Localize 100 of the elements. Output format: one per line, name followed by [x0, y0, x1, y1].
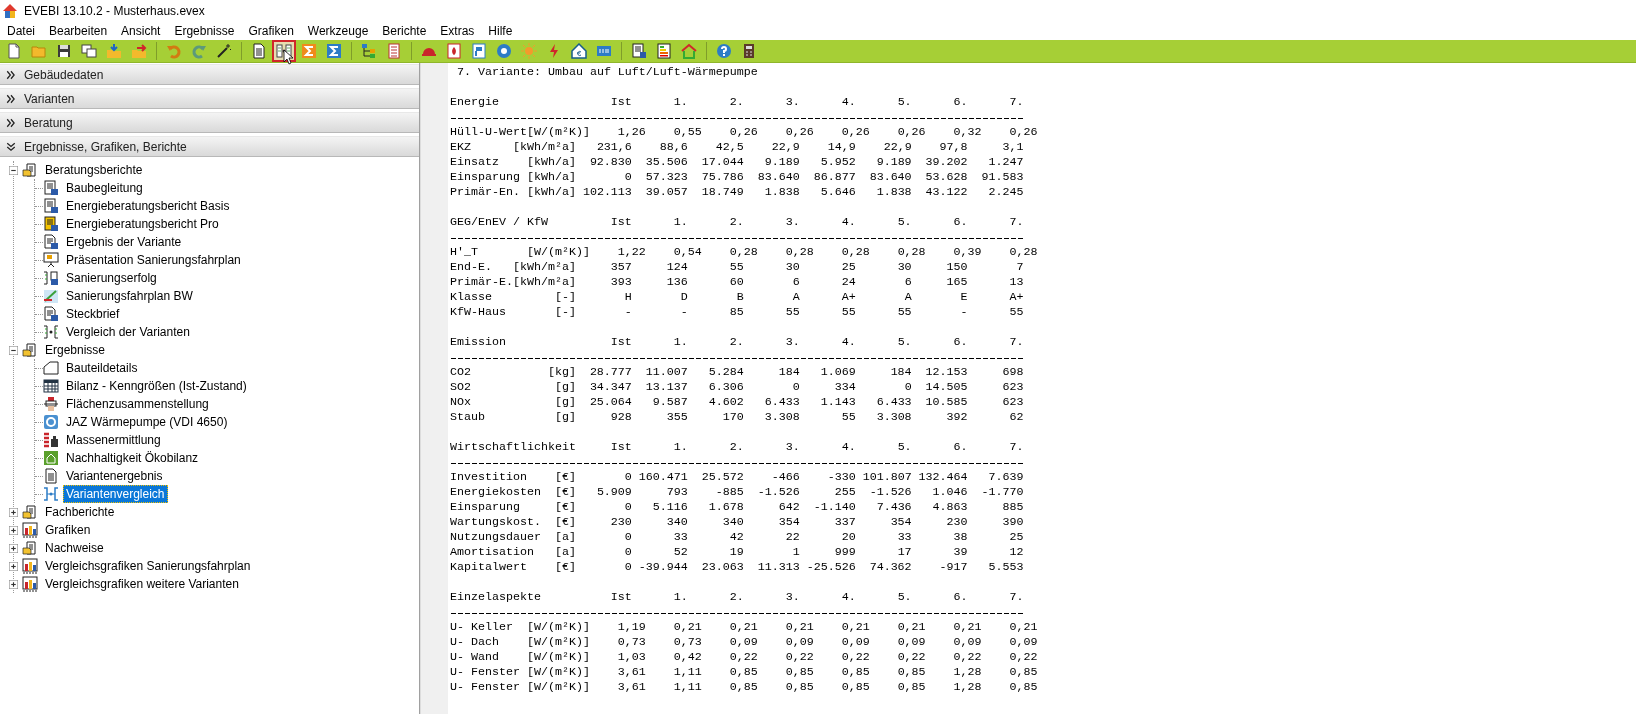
panel-icon	[471, 43, 487, 59]
unit-label: [W/(m²K)]	[526, 665, 590, 680]
table-cell-text: 6.306	[707, 380, 744, 395]
table-cell-text: 0,28	[896, 245, 926, 260]
table-cell-text: 42,5	[714, 140, 744, 155]
table-cell-text: -330	[826, 470, 856, 485]
tree-item[interactable]: Energieberatungsbericht Basis	[63, 197, 233, 215]
table-cell-text: 102.113	[581, 185, 632, 200]
tree-item[interactable]: Flächenzusammenstellung	[63, 395, 212, 413]
table-cell-text: 0	[623, 545, 632, 560]
tree-item[interactable]: Energieberatungsbericht Pro	[63, 215, 222, 233]
panel-header[interactable]: Gebäudedaten	[0, 64, 419, 85]
tree-item[interactable]: Variantenergebnis	[63, 467, 166, 485]
column-header: 7.	[1008, 590, 1024, 605]
unit-label: [W/(m²K)]	[526, 650, 590, 665]
table-cell-text: 6.433	[763, 395, 800, 410]
table-cell-text: 55	[840, 410, 856, 425]
menu-item[interactable]: Datei	[0, 22, 42, 40]
table-cell-text: 55	[728, 260, 744, 275]
menu-item[interactable]: Ergebnisse	[167, 22, 242, 40]
row-label: CO2	[450, 365, 471, 380]
table-cell-text: 0,26	[728, 125, 758, 140]
tree-item[interactable]: JAZ Wärmepumpe (VDI 4650)	[63, 413, 231, 431]
row-label: Nutzungsdauer	[450, 530, 541, 545]
tree-item[interactable]: Präsentation Sanierungsfahrplan	[63, 251, 244, 269]
tree-item[interactable]: Ergebnis der Variante	[63, 233, 185, 251]
collapse-toggle-icon[interactable]	[9, 165, 18, 175]
table-cell-text: 355	[665, 410, 688, 425]
table-cell-text: 0,85	[1008, 680, 1038, 695]
menu-item[interactable]: Werkzeuge	[300, 22, 376, 40]
table-cell-text: 13.137	[644, 380, 688, 395]
tree-item[interactable]: Nachweise	[42, 539, 107, 557]
panel-header[interactable]: Ergebnisse, Grafiken, Berichte	[0, 136, 419, 157]
tree-item[interactable]: Sanierungserfolg	[63, 269, 160, 287]
tree-item[interactable]: Beratungsberichte	[42, 161, 146, 179]
tree-item[interactable]: Bilanz - Kenngrößen (Ist-Zustand)	[63, 377, 250, 395]
section-heading: Energie	[450, 95, 499, 110]
table-cell-text: 22	[784, 530, 800, 545]
menu-item[interactable]: Hilfe	[481, 22, 520, 40]
table-cell-text: 0,22	[840, 650, 870, 665]
menu-item[interactable]: Extras	[433, 22, 482, 40]
table-cell-text: 57.323	[644, 170, 688, 185]
table-cell-text: 7.436	[875, 500, 912, 515]
table-cell-text: 337	[833, 515, 856, 530]
panel-title: Beratung	[24, 114, 73, 132]
tree-item[interactable]: Massenermittlung	[63, 431, 164, 449]
expand-toggle-icon[interactable]	[9, 507, 18, 517]
table-cell-text: -1.526	[868, 485, 912, 500]
tree-item[interactable]: Variantenvergleich	[63, 485, 168, 503]
table-cell-text: 42	[728, 530, 744, 545]
collapse-toggle-icon[interactable]	[9, 345, 18, 355]
tree-item[interactable]: Steckbrief	[63, 305, 123, 323]
menu-item[interactable]: Grafiken	[241, 22, 301, 40]
menu-item[interactable]: Ansicht	[114, 22, 168, 40]
chevron-right-icon	[6, 69, 16, 80]
table-cell-text: 1.838	[875, 185, 912, 200]
table-cell-text: -1.770	[980, 485, 1024, 500]
tree-item[interactable]: Vergleichsgrafiken Sanierungsfahrplan	[42, 557, 254, 575]
table-cell-text: 38	[952, 530, 968, 545]
panel-header[interactable]: Beratung	[0, 112, 419, 133]
row-label: Einsparung	[450, 500, 520, 515]
table-cell-text: A	[903, 290, 912, 305]
mouse-pointer-icon	[282, 48, 295, 67]
table-cell-text: 12	[1008, 545, 1024, 560]
tree-item[interactable]: Sanierungsfahrplan BW	[63, 287, 196, 305]
table-cell-text: 11.007	[644, 365, 688, 380]
table-cell-text: 0,54	[672, 245, 702, 260]
tree-item[interactable]: Ergebnisse	[42, 341, 109, 359]
table-cell-text: 0	[623, 560, 632, 575]
tree-item[interactable]: Nachhaltigkeit Ökobilanz	[63, 449, 202, 467]
table-cell-text: -	[623, 305, 632, 320]
tree-item[interactable]: Fachberichte	[42, 503, 118, 521]
compare-report-icon	[43, 270, 59, 286]
row-label: End-E.	[450, 260, 492, 275]
menu-item[interactable]: Berichte	[375, 22, 434, 40]
table-cell-text: 0,22	[896, 650, 926, 665]
tree-item[interactable]: Bauteildetails	[63, 359, 141, 377]
unit-label: [€]	[554, 515, 576, 530]
column-header: 1.	[672, 95, 688, 110]
expand-toggle-icon[interactable]	[9, 561, 18, 571]
tree-item[interactable]: Baubegleitung	[63, 179, 146, 197]
word-report-icon	[43, 198, 59, 214]
table-cell-text: 88,6	[658, 140, 688, 155]
tree-item[interactable]: Grafiken	[42, 521, 94, 539]
tree-item[interactable]: Vergleichsgrafiken weitere Varianten	[42, 575, 242, 593]
table-cell-text: 340	[721, 515, 744, 530]
unit-label: [kWh/m²a]	[512, 260, 576, 275]
magic-wand-icon	[216, 43, 232, 59]
table-cell-text: 83.640	[756, 170, 800, 185]
expand-toggle-icon[interactable]	[9, 543, 18, 553]
table-cell-text: 0,09	[952, 635, 982, 650]
menu-item[interactable]: Bearbeiten	[42, 22, 115, 40]
expand-toggle-icon[interactable]	[9, 579, 18, 589]
expand-toggle-icon[interactable]	[9, 525, 18, 535]
table-cell-text: 5.909	[595, 485, 632, 500]
unit-label: [W/(m²K)]	[526, 620, 590, 635]
unit-label: [g]	[554, 395, 576, 410]
column-header: 7.	[1008, 335, 1024, 350]
tree-item[interactable]: Vergleich der Varianten	[63, 323, 193, 341]
panel-header[interactable]: Varianten	[0, 88, 419, 109]
